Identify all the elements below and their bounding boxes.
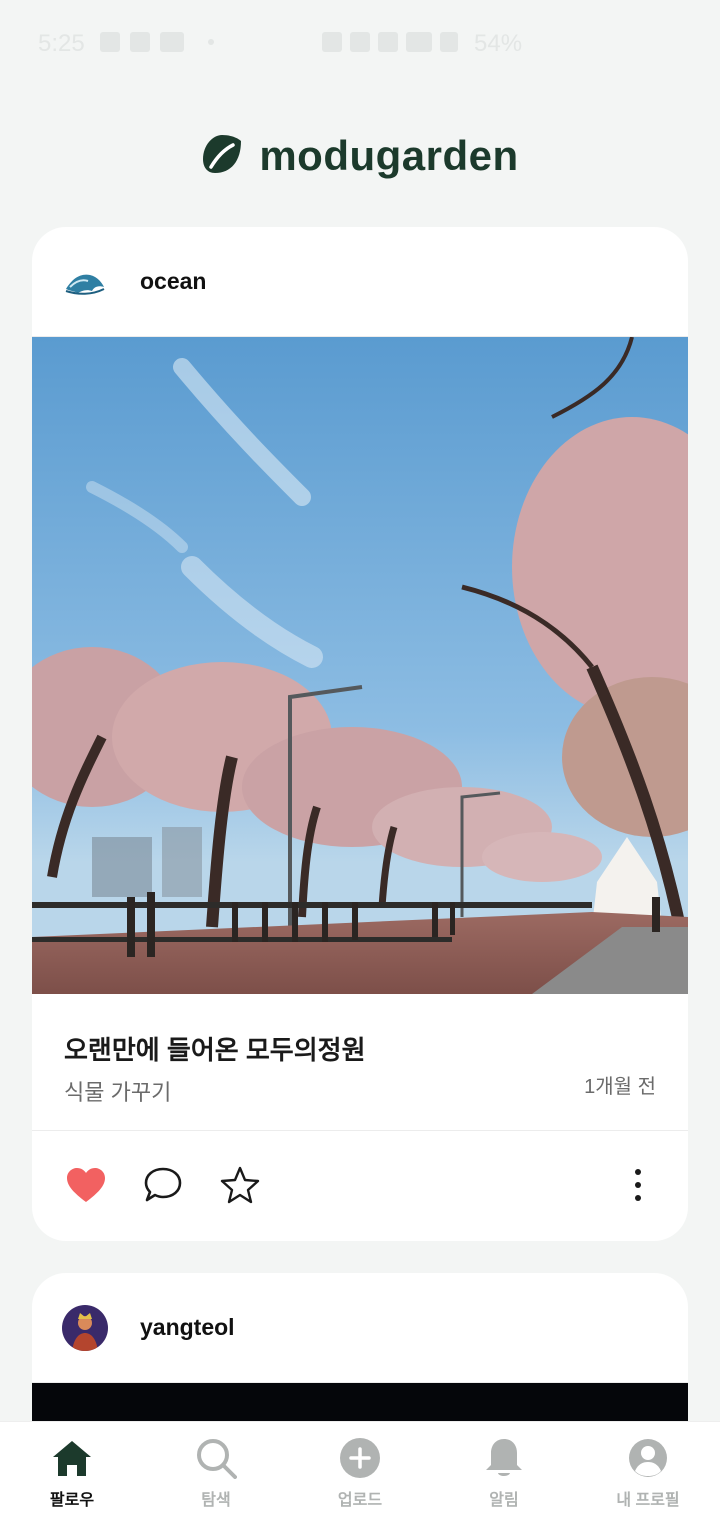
bookmark-button[interactable] <box>220 1165 260 1205</box>
notification-icons <box>100 32 214 52</box>
post-actions <box>32 1131 688 1239</box>
more-vertical-icon <box>635 1169 641 1175</box>
post-header[interactable]: ocean <box>32 227 688 337</box>
system-icons <box>322 32 458 52</box>
post-username[interactable]: yangteol <box>140 1314 235 1341</box>
speech-bubble-icon <box>144 1167 182 1202</box>
post-header[interactable]: yangteol <box>32 1273 688 1383</box>
nav-label: 알림 <box>489 1492 519 1509</box>
wifi-icon <box>406 32 432 52</box>
bottom-navigation: 팔로우 탐색 업로드 알림 내 프로필 <box>0 1421 720 1520</box>
post-body[interactable]: 오랜만에 들어온 모두의정원 식물 가꾸기 1개월 전 <box>32 994 688 1131</box>
nav-follow[interactable]: 팔로우 <box>0 1422 144 1520</box>
apps-icon <box>130 32 150 52</box>
avatar[interactable] <box>62 258 108 305</box>
profile-icon <box>629 1439 667 1477</box>
plus-circle-icon <box>340 1438 380 1478</box>
heart-icon <box>67 1168 105 1202</box>
status-bar: 5:25 54% <box>0 0 720 86</box>
gallery-icon <box>100 32 120 52</box>
status-time: 5:25 <box>38 30 85 57</box>
leaf-logo-icon <box>201 133 243 180</box>
nav-profile[interactable]: 내 프로필 <box>576 1422 720 1520</box>
home-icon <box>53 1441 91 1476</box>
post-time: 1개월 전 <box>584 1076 656 1098</box>
nav-label: 팔로우 <box>49 1492 95 1509</box>
mail-icon <box>160 32 184 52</box>
post-username[interactable]: ocean <box>140 268 206 295</box>
more-options-button[interactable] <box>628 1165 648 1205</box>
bell-icon <box>486 1439 522 1476</box>
app-header: modugarden <box>0 128 720 184</box>
post-card[interactable]: ocean 오랜만에 들어온 모두의정원 식물 가꾸기 1개월 전 <box>32 227 688 1241</box>
nav-label: 업로드 <box>337 1492 383 1509</box>
mute-icon <box>378 32 398 52</box>
nav-notifications[interactable]: 알림 <box>432 1422 576 1520</box>
post-title: 오랜만에 들어온 모두의정원 <box>64 1035 366 1065</box>
post-category: 식물 가꾸기 <box>64 1080 172 1105</box>
nav-explore[interactable]: 탐색 <box>144 1422 288 1520</box>
more-notifications-icon <box>208 39 214 45</box>
avatar[interactable] <box>62 1304 108 1351</box>
nav-upload[interactable]: 업로드 <box>288 1422 432 1520</box>
search-icon <box>197 1439 237 1479</box>
like-button[interactable] <box>66 1165 106 1205</box>
post-photo[interactable] <box>32 337 688 994</box>
star-icon <box>220 1166 260 1204</box>
alarm-icon <box>350 32 370 52</box>
app-logo-text: modugarden <box>259 132 519 179</box>
signal-icon <box>440 32 458 52</box>
nav-label: 내 프로필 <box>616 1492 680 1509</box>
battery-level: 54% <box>474 30 523 57</box>
nav-label: 탐색 <box>201 1492 231 1509</box>
comment-button[interactable] <box>143 1165 183 1205</box>
vpn-icon <box>322 32 342 52</box>
